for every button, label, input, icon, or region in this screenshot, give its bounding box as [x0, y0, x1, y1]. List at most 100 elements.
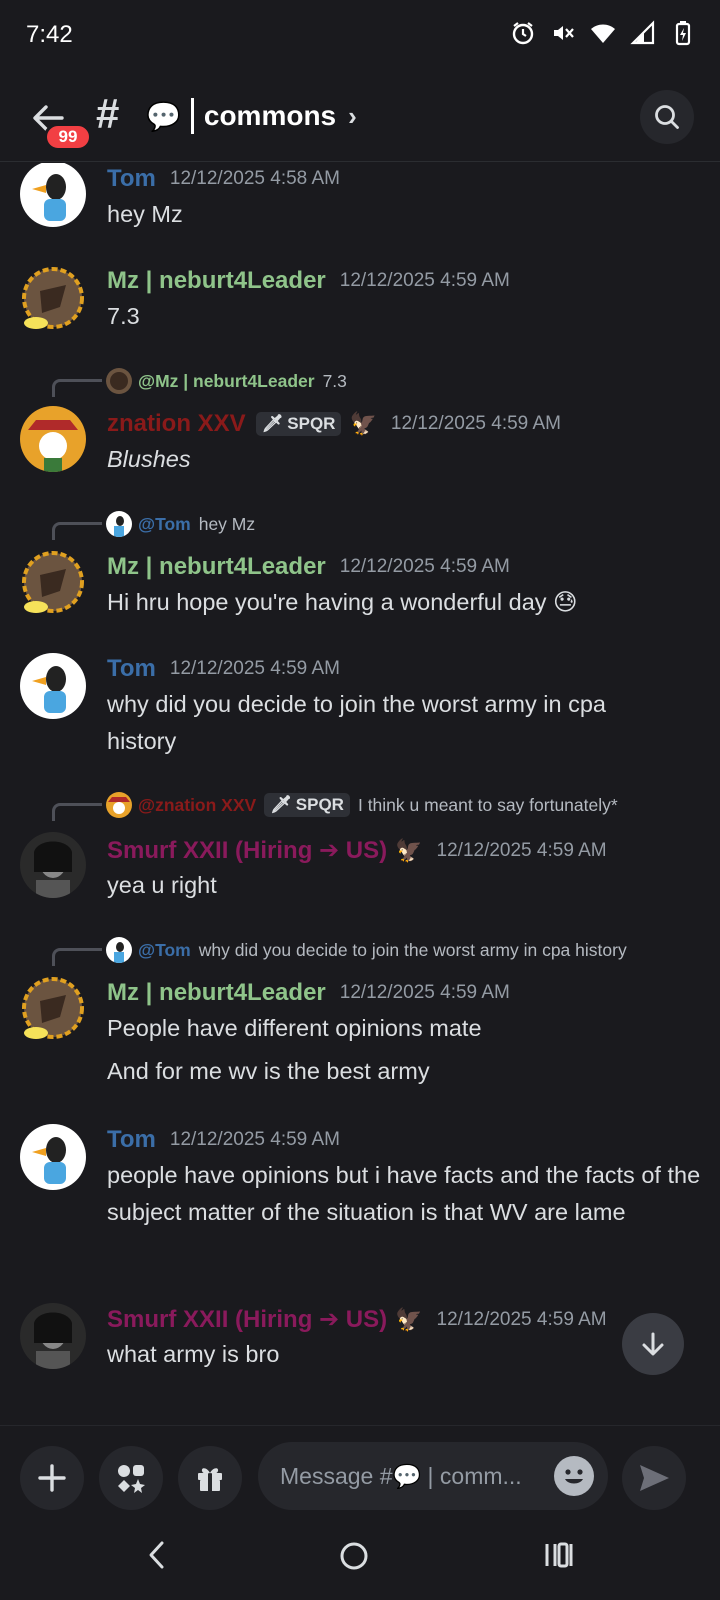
tag-label: SPQR — [287, 414, 336, 433]
channel-name: commons — [203, 100, 337, 131]
wifi-icon — [591, 24, 615, 43]
reply-preview[interactable]: @Mz | neburt4Leader 7.3 — [52, 366, 347, 397]
message-text: 7.3 — [107, 303, 140, 329]
message-placeholder: Message #💬 | comm... — [280, 1462, 522, 1489]
reply-author: @Tom — [138, 939, 191, 960]
alarm-icon — [512, 22, 534, 45]
nav-home-icon[interactable] — [338, 1540, 370, 1572]
eagle-emblem-icon: 🦅 — [395, 837, 423, 863]
mute-icon — [554, 26, 574, 40]
reply-text: 7.3 — [322, 370, 347, 391]
unread-badge: 99 — [44, 123, 92, 151]
reply-connector — [52, 522, 102, 540]
avatar-mz[interactable] — [20, 265, 86, 331]
reply-avatar — [106, 937, 132, 963]
avatar-mz[interactable] — [20, 975, 86, 1041]
add-attachment-button[interactable] — [20, 1446, 84, 1510]
apps-icon — [118, 1465, 145, 1493]
avatar-mz[interactable] — [20, 549, 86, 615]
timestamp: 12/12/2025 4:59 AM — [339, 982, 510, 1003]
search-icon — [655, 105, 679, 129]
signal-icon — [630, 20, 655, 45]
system-nav-bar — [0, 1520, 720, 1600]
search-button[interactable] — [640, 90, 694, 144]
message-text: People have different opinions mate — [107, 1015, 482, 1041]
reply-preview[interactable]: @Tom hey Mz — [52, 509, 256, 540]
timestamp: 12/12/2025 4:58 AM — [169, 168, 340, 189]
message-text: what army is bro — [107, 1341, 280, 1367]
reply-text: why did you decide to join the worst arm… — [198, 939, 627, 960]
message-text: people have opinions but i have facts an… — [107, 1162, 701, 1225]
author-name[interactable]: Mz | neburt4Leader — [107, 553, 326, 581]
author-name[interactable]: Tom — [107, 1126, 156, 1154]
message-meta: Mz | neburt4Leader 12/12/2025 4:59 AM — [107, 553, 510, 581]
message-meta: Tom 12/12/2025 4:59 AM — [107, 655, 340, 683]
gift-icon — [198, 1468, 222, 1491]
battery-icon — [675, 21, 691, 46]
message-meta: Mz | neburt4Leader 12/12/2025 4:59 AM — [107, 979, 510, 1007]
reply-author: @Tom — [138, 513, 191, 534]
smiley-icon — [565, 1469, 583, 1484]
eagle-emblem-icon: 🦅 — [349, 411, 377, 436]
message-input[interactable]: Message #💬 | comm... — [258, 1442, 608, 1510]
channel-title[interactable]: 💬 commons › — [146, 98, 357, 134]
message-composer: Message #💬 | comm... — [0, 1425, 720, 1520]
author-name[interactable]: Tom — [107, 655, 156, 683]
sword-icon: 🗡 — [261, 414, 284, 433]
role-tag: 🗡 SPQR — [264, 793, 350, 817]
message-meta: Smurf XXII (Hiring ➔ US) 🦅 12/12/2025 4:… — [107, 836, 607, 865]
jump-to-bottom-button[interactable] — [622, 1313, 684, 1375]
reply-avatar — [106, 511, 132, 537]
apps-button[interactable] — [99, 1446, 163, 1510]
author-name[interactable]: Mz | neburt4Leader — [107, 267, 326, 295]
message-meta: Mz | neburt4Leader 12/12/2025 4:59 AM — [107, 267, 510, 295]
reply-connector — [52, 803, 102, 821]
nav-back-icon[interactable] — [146, 1540, 168, 1570]
author-name[interactable]: Mz | neburt4Leader — [107, 979, 326, 1007]
eagle-emblem-icon: 🦅 — [395, 1306, 423, 1332]
author-name[interactable]: Tom — [107, 165, 156, 193]
timestamp: 12/12/2025 4:59 AM — [436, 1308, 607, 1330]
speech-bubble-icon: 💬 — [146, 100, 181, 132]
message-text: yea u right — [107, 872, 217, 898]
reply-connector — [52, 948, 102, 966]
status-time: 7:42 — [26, 21, 73, 48]
timestamp: 12/12/2025 4:59 AM — [169, 1129, 340, 1150]
message-text: Blushes — [107, 446, 191, 472]
message-list: Tom 12/12/2025 4:58 AM hey Mz Mz | nebur… — [0, 163, 720, 1425]
avatar-tom[interactable] — [20, 1124, 86, 1190]
avatar-smurf[interactable] — [20, 1303, 86, 1369]
send-icon — [640, 1465, 669, 1491]
message-meta: znation XXV 🗡 SPQR 🦅 12/12/2025 4:59 AM — [107, 410, 561, 438]
timestamp: 12/12/2025 4:59 AM — [390, 413, 561, 434]
reply-preview[interactable]: @Tom why did you decide to join the wors… — [52, 935, 627, 966]
reply-preview[interactable]: @znation XXV 🗡 SPQR I think u meant to sa… — [52, 790, 618, 821]
timestamp: 12/12/2025 4:59 AM — [339, 556, 510, 577]
avatar-znation[interactable] — [20, 406, 86, 472]
reply-avatar — [106, 368, 132, 394]
avatar-tom[interactable] — [20, 653, 86, 719]
message-meta: Smurf XXII (Hiring ➔ US) 🦅 12/12/2025 4:… — [107, 1305, 607, 1334]
send-button[interactable] — [622, 1446, 686, 1510]
message-text: why did you decide to join the worst arm… — [107, 691, 606, 754]
tag-label: SPQR — [295, 795, 344, 814]
author-name[interactable]: znation XXV — [107, 410, 246, 438]
channel-header: 99 # 💬 commons › — [0, 72, 720, 162]
avatar-tom[interactable] — [20, 163, 86, 227]
chevron-right-icon: › — [348, 100, 357, 131]
reply-avatar — [106, 792, 132, 818]
author-name[interactable]: Smurf XXII (Hiring ➔ US) — [107, 1305, 387, 1334]
avatar-smurf[interactable] — [20, 832, 86, 898]
author-name[interactable]: Smurf XXII (Hiring ➔ US) — [107, 836, 387, 865]
nav-recents-icon[interactable] — [544, 1540, 574, 1570]
message-meta: Tom 12/12/2025 4:59 AM — [107, 1126, 340, 1154]
reply-text: hey Mz — [198, 513, 256, 534]
message-text: Hi hru hope you're having a wonderful da… — [107, 589, 578, 615]
reply-author: @znation XXV — [138, 794, 257, 815]
message-text: hey Mz — [107, 201, 183, 227]
timestamp: 12/12/2025 4:59 AM — [169, 658, 340, 679]
gift-button[interactable] — [178, 1446, 242, 1510]
emoji-button[interactable] — [554, 1456, 594, 1496]
message-meta: Tom 12/12/2025 4:58 AM — [107, 165, 340, 193]
reply-author: @Mz | neburt4Leader — [138, 370, 315, 391]
